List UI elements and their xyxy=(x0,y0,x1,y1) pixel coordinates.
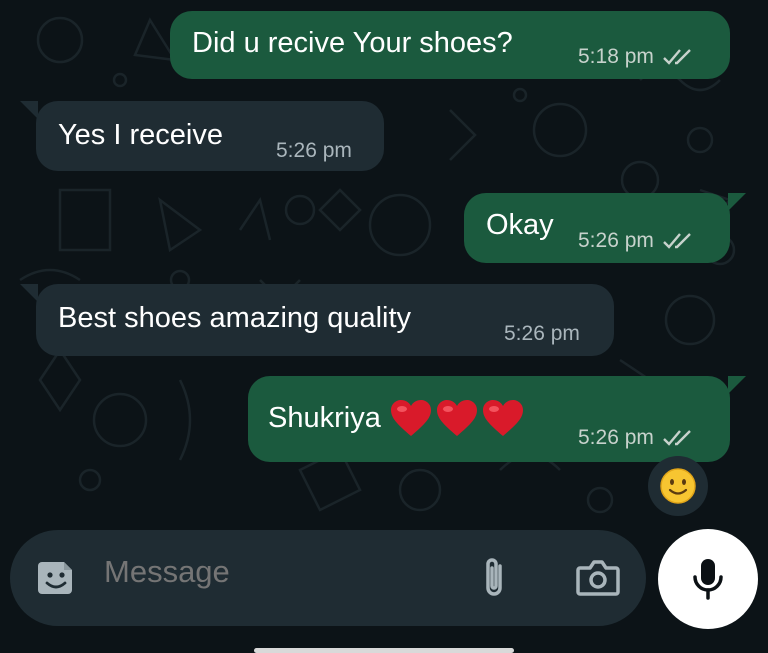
message-reaction[interactable] xyxy=(648,456,708,516)
message-meta: 5:26 pm xyxy=(504,322,580,346)
message-text: Did u recive Your shoes? xyxy=(192,27,513,59)
message-text-with-emoji: Shukriya xyxy=(268,398,525,438)
bubble-tail xyxy=(728,193,746,211)
read-ticks-icon xyxy=(663,233,691,249)
bubble-tail xyxy=(20,284,38,302)
message-input[interactable] xyxy=(104,554,464,590)
message-meta: 5:18 pm xyxy=(578,45,696,69)
read-ticks-icon xyxy=(663,49,691,65)
message-meta: 5:26 pm xyxy=(578,229,696,253)
message-bubble-incoming[interactable]: Yes I receive 5:26 pm xyxy=(36,101,384,171)
camera-icon[interactable] xyxy=(574,558,622,598)
message-text: Shukriya xyxy=(268,401,381,434)
red-heart-emoji xyxy=(482,400,523,436)
smiling-face-emoji xyxy=(660,468,696,504)
message-bubble-outgoing[interactable]: Shukriya 5:26 pm xyxy=(248,376,730,462)
message-time: 5:18 pm xyxy=(578,45,654,68)
home-indicator[interactable] xyxy=(254,648,514,653)
mic-icon xyxy=(693,559,723,600)
message-time: 5:26 pm xyxy=(578,426,654,449)
chat-window: Did u recive Your shoes? 5:18 pm Yes I r… xyxy=(0,0,768,653)
bubble-tail xyxy=(20,101,38,119)
red-heart-emoji xyxy=(390,400,431,436)
voice-record-button[interactable] xyxy=(658,529,758,629)
red-heart-emoji xyxy=(436,400,477,436)
message-bubble-incoming[interactable]: Best shoes amazing quality 5:26 pm xyxy=(36,284,614,356)
read-ticks-icon xyxy=(663,430,691,446)
message-composer[interactable] xyxy=(10,530,646,626)
bubble-tail xyxy=(728,376,746,394)
message-bubble-outgoing[interactable]: Okay 5:26 pm xyxy=(464,193,730,263)
message-time: 5:26 pm xyxy=(504,322,580,345)
message-text: Best shoes amazing quality xyxy=(58,302,412,334)
message-bubble-outgoing[interactable]: Did u recive Your shoes? 5:18 pm xyxy=(170,11,730,79)
message-meta: 5:26 pm xyxy=(276,139,352,163)
emoji-group xyxy=(389,398,525,438)
message-text: Yes I receive xyxy=(58,119,223,151)
message-text: Okay xyxy=(486,209,554,241)
message-time: 5:26 pm xyxy=(578,229,654,252)
message-meta: 5:26 pm xyxy=(578,426,696,450)
sticker-icon[interactable] xyxy=(34,556,78,600)
message-time: 5:26 pm xyxy=(276,139,352,162)
attach-icon[interactable] xyxy=(478,556,512,602)
